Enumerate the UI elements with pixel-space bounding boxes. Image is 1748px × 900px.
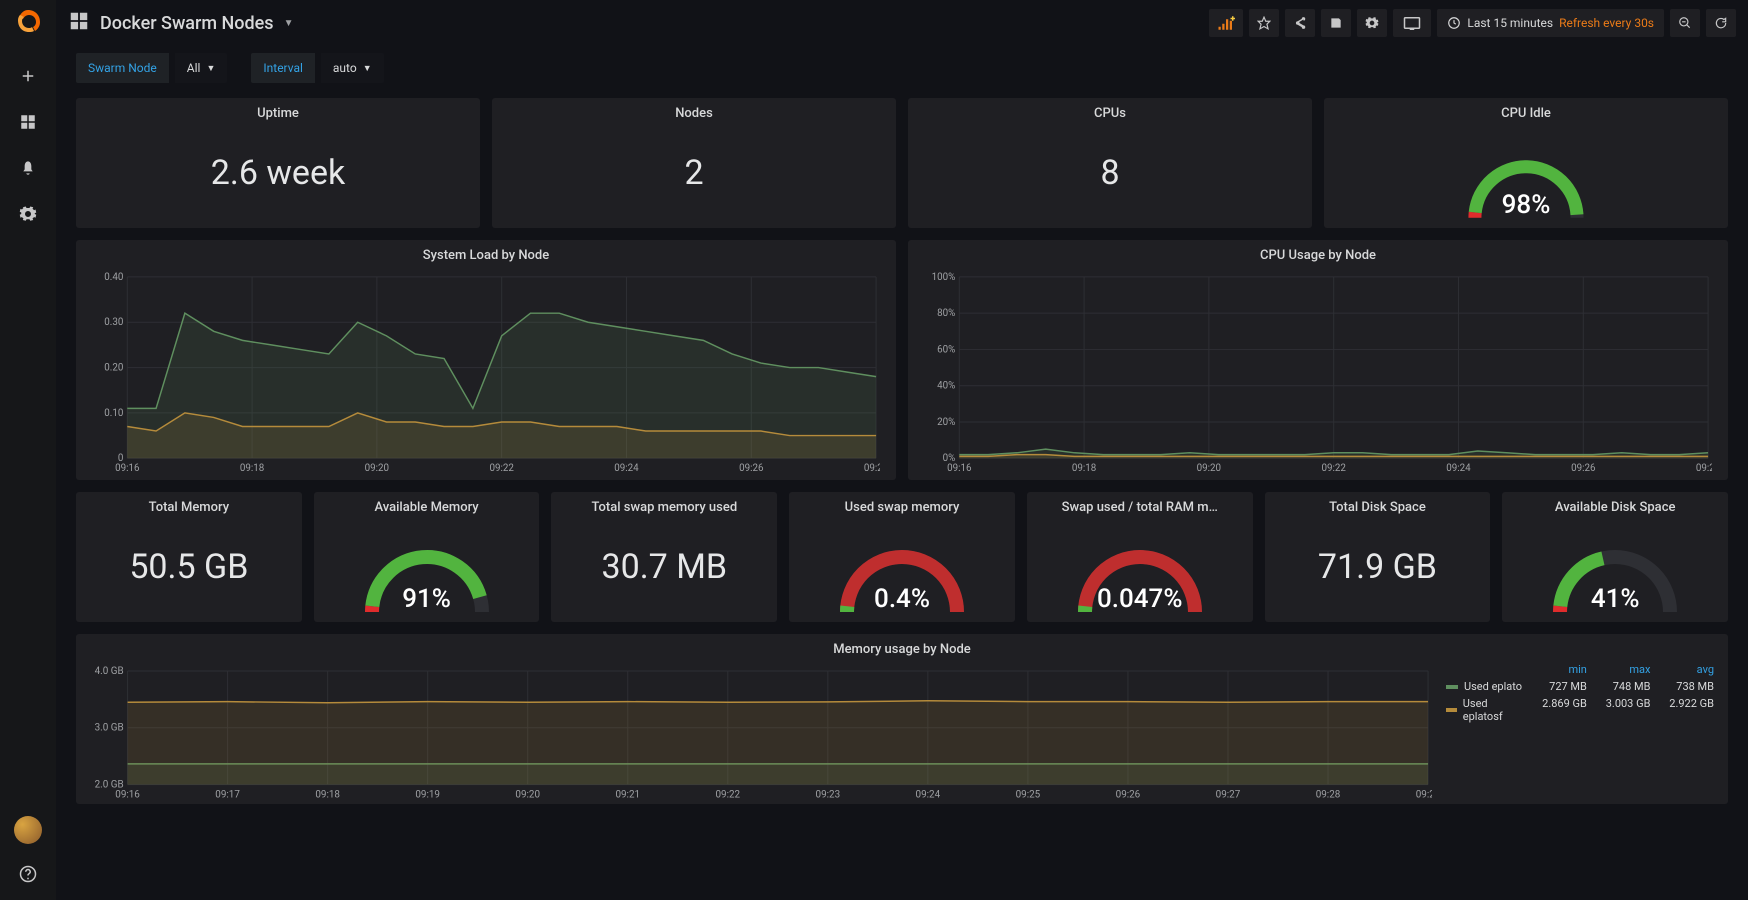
dashboards-icon[interactable] (8, 102, 48, 142)
svg-text:0.40: 0.40 (104, 272, 123, 283)
svg-text:0.30: 0.30 (104, 317, 123, 328)
panel-cpu-idle: CPU Idle 98% (1324, 98, 1728, 228)
panel-cpus: CPUs 8 (908, 98, 1312, 228)
svg-text:09:23: 09:23 (816, 789, 841, 800)
cycle-view-button[interactable] (1393, 9, 1431, 37)
panel-swap-ram-ratio: Swap used / total RAM m… 0.047% (1027, 492, 1253, 622)
memory-legend: min max avg Used eplato727 MB748 MB738 M… (1440, 661, 1720, 802)
svg-text:09:20: 09:20 (515, 789, 540, 800)
svg-text:20%: 20% (937, 417, 955, 428)
time-range-label: Last 15 minutes (1467, 16, 1553, 30)
svg-text:09:27: 09:27 (1216, 789, 1241, 800)
svg-text:80%: 80% (937, 308, 955, 319)
star-button[interactable] (1249, 9, 1279, 37)
share-button[interactable] (1285, 9, 1315, 37)
svg-text:09:19: 09:19 (415, 789, 440, 800)
chevron-down-icon[interactable]: ▼ (284, 18, 294, 29)
svg-text:09:24: 09:24 (1446, 463, 1471, 474)
svg-text:60%: 60% (937, 344, 955, 355)
variable-bar: Swarm Node All▼ Interval auto▼ (56, 46, 1748, 90)
svg-text:40%: 40% (937, 381, 955, 392)
swarm-node-var-label: Swarm Node (76, 53, 169, 83)
svg-text:09:26: 09:26 (739, 463, 764, 474)
user-avatar[interactable] (14, 816, 42, 844)
svg-text:09:24: 09:24 (614, 463, 639, 474)
svg-text:09:28: 09:28 (1696, 463, 1712, 474)
svg-text:09:22: 09:22 (1321, 463, 1346, 474)
help-icon[interactable] (8, 854, 48, 894)
panel-available-memory: Available Memory 91% (314, 492, 540, 622)
svg-text:09:16: 09:16 (115, 789, 140, 800)
panel-swap-total: Total swap memory used 30.7 MB (551, 492, 777, 622)
panel-uptime: Uptime 2.6 week (76, 98, 480, 228)
svg-text:09:26: 09:26 (1571, 463, 1596, 474)
dashboards-icon[interactable] (68, 10, 90, 36)
svg-text:0.20: 0.20 (104, 363, 123, 374)
svg-text:09:18: 09:18 (1072, 463, 1096, 474)
refresh-label: Refresh every 30s (1559, 16, 1654, 30)
svg-text:09:26: 09:26 (1116, 789, 1141, 800)
svg-text:09:20: 09:20 (365, 463, 389, 474)
panel-system-load: System Load by Node 00.100.200.300.4009:… (76, 240, 896, 480)
create-icon[interactable] (8, 56, 48, 96)
settings-button[interactable] (1357, 9, 1387, 37)
svg-text:09:28: 09:28 (1316, 789, 1341, 800)
swarm-node-var-value[interactable]: All▼ (175, 53, 228, 83)
svg-text:09:25: 09:25 (1016, 789, 1041, 800)
refresh-button[interactable] (1706, 9, 1736, 37)
panel-used-swap: Used swap memory 0.4% (789, 492, 1015, 622)
panel-cpu-usage: CPU Usage by Node 0%20%40%60%80%100%09:1… (908, 240, 1728, 480)
svg-text:09:18: 09:18 (240, 463, 264, 474)
settings-icon[interactable] (8, 194, 48, 234)
panel-nodes: Nodes 2 (492, 98, 896, 228)
panel-total-disk: Total Disk Space 71.9 GB (1265, 492, 1491, 622)
panel-memory-usage: Memory usage by Node 2.0 GB3.0 GB4.0 GB0… (76, 634, 1728, 804)
svg-text:3.0 GB: 3.0 GB (95, 723, 124, 734)
svg-text:4.0 GB: 4.0 GB (95, 666, 124, 677)
svg-text:09:22: 09:22 (715, 789, 740, 800)
sidebar (0, 0, 56, 900)
svg-text:100%: 100% (932, 272, 956, 283)
svg-text:09:20: 09:20 (1197, 463, 1221, 474)
zoom-out-button[interactable] (1670, 9, 1700, 37)
svg-text:09:21: 09:21 (615, 789, 640, 800)
grafana-logo[interactable] (12, 8, 44, 40)
alerts-icon[interactable] (8, 148, 48, 188)
add-panel-button[interactable] (1209, 9, 1243, 37)
time-range-picker[interactable]: Last 15 minutes Refresh every 30s (1437, 9, 1664, 37)
svg-text:09:29: 09:29 (1416, 789, 1432, 800)
svg-text:09:17: 09:17 (215, 789, 240, 800)
save-button[interactable] (1321, 9, 1351, 37)
panel-total-memory: Total Memory 50.5 GB (76, 492, 302, 622)
svg-text:09:22: 09:22 (489, 463, 514, 474)
topbar: Docker Swarm Nodes ▼ Last 15 minutes Ref… (56, 0, 1748, 46)
panel-available-disk: Available Disk Space 41% (1502, 492, 1728, 622)
interval-var-value[interactable]: auto▼ (321, 53, 384, 83)
dashboard-title[interactable]: Docker Swarm Nodes (100, 13, 274, 34)
svg-text:09:16: 09:16 (947, 463, 972, 474)
svg-text:09:28: 09:28 (864, 463, 880, 474)
interval-var-label: Interval (251, 53, 315, 83)
svg-text:09:24: 09:24 (916, 789, 941, 800)
svg-text:09:18: 09:18 (315, 789, 340, 800)
svg-text:0.10: 0.10 (104, 408, 123, 419)
svg-text:09:16: 09:16 (115, 463, 140, 474)
